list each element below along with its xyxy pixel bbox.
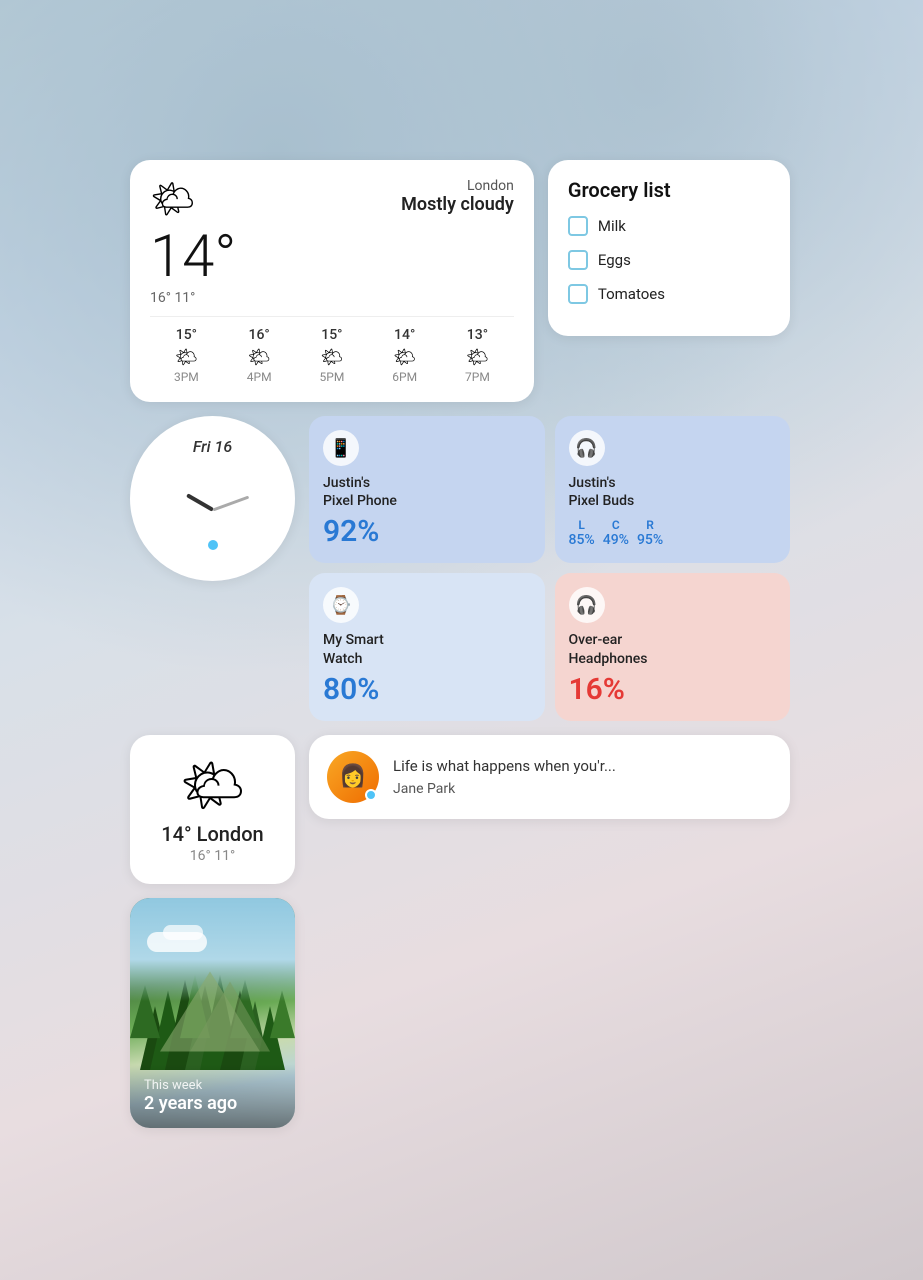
forecast-icon-4: 🌤: [368, 347, 441, 368]
pixel-buds-name: Justin'sPixel Buds: [569, 474, 777, 510]
weather-forecast: 15° 🌤 3PM 16° 🌤 4PM 15° 🌤 5PM 14° 🌤: [150, 316, 514, 384]
buds-left-label: L: [578, 518, 585, 532]
weather-mini-icon: 🌤: [179, 755, 245, 816]
photo-overlay: This week 2 years ago: [130, 1064, 295, 1128]
weather-temp-main: 14°: [150, 228, 514, 286]
message-sender: Jane Park: [393, 781, 772, 797]
message-widget[interactable]: 👩 Life is what happens when you'r... Jan…: [309, 735, 790, 819]
forecast-icon-3: 🌤: [296, 347, 369, 368]
grocery-checkbox-milk[interactable]: [568, 216, 588, 236]
devices-grid: 📱 Justin'sPixel Phone 92% 🎧 Justin'sPixe…: [309, 416, 790, 721]
weather-mini-hilo: 16° 11°: [190, 848, 235, 864]
message-text: Life is what happens when you'r...: [393, 757, 772, 777]
buds-center: C 49%: [603, 518, 629, 548]
grocery-item-3[interactable]: Tomatoes: [568, 284, 770, 304]
weather-mini-temp: 14° London: [161, 822, 263, 846]
cloud-2: [163, 925, 203, 940]
photo-memory-time: 2 years ago: [144, 1093, 281, 1114]
forecast-icon-5: 🌤: [441, 347, 514, 368]
grocery-item-1[interactable]: Milk: [568, 216, 770, 236]
photo-memory-widget[interactable]: This week 2 years ago: [130, 898, 295, 1128]
forecast-temp-5: 13°: [441, 327, 514, 343]
grocery-title: Grocery list: [568, 178, 770, 202]
row-2: Fri 16 📱 Justin'sPixel Phone 92% 🎧 Justi…: [130, 416, 790, 721]
weather-widget[interactable]: 🌤 London Mostly cloudy 14° 16° 11° 15° 🌤…: [130, 160, 534, 402]
forecast-icon-2: 🌤: [223, 347, 296, 368]
weather-location: London Mostly cloudy: [401, 178, 514, 215]
forecast-temp-4: 14°: [368, 327, 441, 343]
grocery-widget[interactable]: Grocery list Milk Eggs Tomatoes: [548, 160, 790, 336]
headphones-name: Over-earHeadphones: [569, 631, 777, 667]
grocery-item-2[interactable]: Eggs: [568, 250, 770, 270]
mountain-svg: [130, 944, 295, 1059]
buds-left-value: 85%: [569, 532, 595, 548]
widgets-container: 🌤 London Mostly cloudy 14° 16° 11° 15° 🌤…: [130, 160, 790, 1128]
headphones-icon: 🎧: [569, 587, 605, 623]
forecast-time-4: 6PM: [368, 370, 441, 384]
weather-hi-lo: 16° 11°: [150, 290, 514, 306]
message-content: Life is what happens when you'r... Jane …: [393, 757, 772, 797]
grocery-checkbox-tomatoes[interactable]: [568, 284, 588, 304]
pixel-phone-icon: 📱: [323, 430, 359, 466]
forecast-time-2: 4PM: [223, 370, 296, 384]
smartwatch-percentage: 80%: [323, 672, 531, 707]
forecast-icon-1: 🌤: [150, 347, 223, 368]
buds-right: R 95%: [637, 518, 663, 548]
row-4: This week 2 years ago: [130, 898, 790, 1128]
clock-dot: [208, 540, 218, 550]
buds-left: L 85%: [569, 518, 595, 548]
clock-widget[interactable]: Fri 16: [130, 416, 295, 581]
clock-face: [163, 460, 263, 560]
device-card-smartwatch[interactable]: ⌚ My SmartWatch 80%: [309, 573, 545, 720]
photo-memory-label: This week: [144, 1078, 281, 1093]
smartwatch-name: My SmartWatch: [323, 631, 531, 667]
buds-right-value: 95%: [637, 532, 663, 548]
device-card-pixel-phone[interactable]: 📱 Justin'sPixel Phone 92%: [309, 416, 545, 563]
forecast-time-1: 3PM: [150, 370, 223, 384]
clock-minute-hand: [212, 496, 249, 512]
device-card-headphones[interactable]: 🎧 Over-earHeadphones 16%: [555, 573, 791, 720]
buds-center-value: 49%: [603, 532, 629, 548]
forecast-item-3: 15° 🌤 5PM: [296, 327, 369, 384]
weather-top: 🌤 London Mostly cloudy: [150, 178, 514, 220]
weather-condition: Mostly cloudy: [401, 194, 514, 215]
grocery-checkbox-eggs[interactable]: [568, 250, 588, 270]
forecast-item-1: 15° 🌤 3PM: [150, 327, 223, 384]
weather-mini-widget[interactable]: 🌤 14° London 16° 11°: [130, 735, 295, 884]
avatar-container: 👩: [327, 751, 379, 803]
clock-hour-hand: [186, 493, 214, 511]
forecast-temp-1: 15°: [150, 327, 223, 343]
forecast-item-5: 13° 🌤 7PM: [441, 327, 514, 384]
grocery-label-eggs: Eggs: [598, 251, 631, 269]
clock-date: Fri 16: [193, 437, 232, 456]
buds-right-label: R: [646, 518, 654, 532]
pixel-buds-icon: 🎧: [569, 430, 605, 466]
forecast-item-4: 14° 🌤 6PM: [368, 327, 441, 384]
smartwatch-icon: ⌚: [323, 587, 359, 623]
forecast-item-2: 16° 🌤 4PM: [223, 327, 296, 384]
device-card-pixel-buds[interactable]: 🎧 Justin'sPixel Buds L 85% C 49% R 95%: [555, 416, 791, 563]
forecast-time-3: 5PM: [296, 370, 369, 384]
row-1: 🌤 London Mostly cloudy 14° 16° 11° 15° 🌤…: [130, 160, 790, 402]
weather-icon: 🌤: [150, 178, 196, 220]
buds-center-label: C: [612, 518, 620, 532]
buds-levels: L 85% C 49% R 95%: [569, 518, 777, 548]
forecast-temp-3: 15°: [296, 327, 369, 343]
forecast-temp-2: 16°: [223, 327, 296, 343]
forecast-time-5: 7PM: [441, 370, 514, 384]
headphones-percentage: 16%: [569, 672, 777, 707]
row-3: 🌤 14° London 16° 11° 👩 Life is what happ…: [130, 735, 790, 884]
grocery-label-milk: Milk: [598, 217, 626, 235]
avatar-online-indicator: [365, 789, 377, 801]
weather-city: London: [401, 178, 514, 194]
pixel-phone-name: Justin'sPixel Phone: [323, 474, 531, 510]
grocery-label-tomatoes: Tomatoes: [598, 285, 665, 303]
pixel-phone-percentage: 92%: [323, 514, 531, 549]
